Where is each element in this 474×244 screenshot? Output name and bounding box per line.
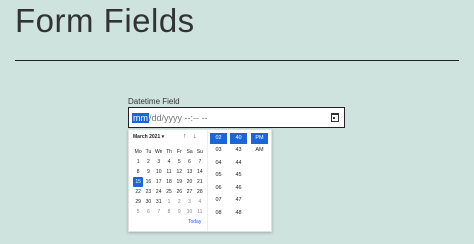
minute-option[interactable]: 45 bbox=[229, 169, 248, 182]
minute-column[interactable]: 40 43 44 45 46 47 48 bbox=[229, 130, 248, 231]
hour-option[interactable]: 05 bbox=[209, 169, 228, 182]
title-divider bbox=[15, 60, 459, 61]
period-column[interactable]: PM AM bbox=[250, 130, 269, 231]
calendar-day[interactable]: 26 bbox=[174, 187, 184, 197]
calendar-day[interactable]: 7 bbox=[195, 157, 205, 167]
minute-option[interactable]: 48 bbox=[229, 207, 248, 220]
calendar-day[interactable]: 10 bbox=[184, 207, 194, 217]
calendar-day[interactable]: 29 bbox=[133, 197, 143, 207]
calendar-day[interactable]: 15 bbox=[133, 177, 144, 187]
weekday-header: Fr bbox=[176, 149, 182, 155]
calendar-day[interactable]: 17 bbox=[154, 177, 164, 187]
calendar-day[interactable]: 8 bbox=[164, 207, 174, 217]
calendar-day[interactable]: 3 bbox=[154, 157, 164, 167]
previous-month-icon[interactable]: ↑ bbox=[183, 133, 187, 140]
calendar-day[interactable]: 21 bbox=[195, 177, 205, 187]
hour-option[interactable]: 08 bbox=[209, 207, 228, 220]
hour-selected[interactable]: 02 bbox=[210, 133, 227, 144]
minute-option[interactable]: 46 bbox=[229, 182, 248, 195]
weekday-header: Mo bbox=[134, 149, 142, 155]
month-segment[interactable]: mm bbox=[132, 112, 149, 123]
calendar-panel: March 2021 ▾ ↑ ↓ Mo Tu We Th Fr Sa Su 1 2 3 4 5 6 7 8 9… bbox=[129, 130, 205, 231]
hour-option[interactable]: 03 bbox=[209, 144, 228, 157]
calendar-day[interactable]: 24 bbox=[154, 187, 164, 197]
minute-selected[interactable]: 40 bbox=[230, 133, 247, 144]
calendar-day[interactable]: 23 bbox=[143, 187, 153, 197]
hour-option[interactable]: 06 bbox=[209, 182, 228, 195]
minute-option[interactable]: 47 bbox=[229, 194, 248, 207]
minute-option[interactable]: 43 bbox=[229, 144, 248, 157]
hour-column[interactable]: 02 03 04 05 06 07 08 bbox=[209, 130, 228, 231]
datetime-input[interactable]: mm /dd/yyyy --:-- -- bbox=[128, 107, 345, 128]
weekday-header: Th bbox=[166, 149, 172, 155]
weekday-header: Su bbox=[196, 149, 203, 155]
calendar-day[interactable]: 16 bbox=[143, 177, 153, 187]
calendar-grid: Mo Tu We Th Fr Sa Su 1 2 3 4 5 6 7 8 9 10 11 12 13 14 15 16 17 1… bbox=[133, 147, 205, 217]
period-selected[interactable]: PM bbox=[251, 133, 268, 144]
hour-option[interactable]: 04 bbox=[209, 157, 228, 170]
calendar-day[interactable]: 1 bbox=[133, 157, 143, 167]
calendar-day[interactable]: 1 bbox=[164, 197, 174, 207]
calendar-day[interactable]: 19 bbox=[174, 177, 184, 187]
weekday-header: We bbox=[154, 149, 163, 155]
date-time-placeholder[interactable]: /dd/yyyy --:-- -- bbox=[149, 113, 208, 123]
calendar-day[interactable]: 3 bbox=[184, 197, 194, 207]
page-title: Form Fields bbox=[15, 2, 195, 39]
today-button[interactable]: Today bbox=[188, 219, 201, 225]
weekday-header: Sa bbox=[186, 149, 193, 155]
calendar-day[interactable]: 6 bbox=[184, 157, 194, 167]
calendar-day[interactable]: 10 bbox=[154, 167, 164, 177]
calendar-day[interactable]: 28 bbox=[195, 187, 205, 197]
calendar-day[interactable]: 25 bbox=[164, 187, 174, 197]
calendar-day[interactable]: 12 bbox=[174, 167, 184, 177]
calendar-day[interactable]: 5 bbox=[133, 207, 143, 217]
datetime-field-label: Datetime Field bbox=[128, 97, 180, 106]
calendar-day[interactable]: 22 bbox=[133, 187, 143, 197]
calendar-day[interactable]: 4 bbox=[164, 157, 174, 167]
calendar-day[interactable]: 14 bbox=[195, 167, 205, 177]
calendar-day[interactable]: 7 bbox=[154, 207, 164, 217]
calendar-day[interactable]: 11 bbox=[164, 167, 174, 177]
calendar-day[interactable]: 5 bbox=[174, 157, 184, 167]
datetime-picker-popup: March 2021 ▾ ↑ ↓ Mo Tu We Th Fr Sa Su 1 2 3 4 5 6 7 8 9… bbox=[128, 129, 272, 232]
calendar-day[interactable]: 8 bbox=[133, 167, 143, 177]
calendar-day[interactable]: 13 bbox=[184, 167, 194, 177]
calendar-day[interactable]: 27 bbox=[184, 187, 194, 197]
calendar-day[interactable]: 18 bbox=[164, 177, 174, 187]
column-divider bbox=[207, 130, 208, 231]
month-year-selector[interactable]: March 2021 ▾ bbox=[133, 134, 164, 140]
period-option[interactable]: AM bbox=[250, 144, 269, 157]
calendar-day[interactable]: 9 bbox=[174, 207, 184, 217]
calendar-day[interactable]: 4 bbox=[195, 197, 205, 207]
calendar-day[interactable]: 9 bbox=[143, 167, 153, 177]
calendar-day[interactable]: 11 bbox=[195, 207, 205, 217]
weekday-header: Tu bbox=[145, 149, 152, 155]
calendar-day[interactable]: 6 bbox=[143, 207, 153, 217]
calendar-day[interactable]: 31 bbox=[154, 197, 164, 207]
next-month-icon[interactable]: ↓ bbox=[193, 133, 197, 140]
minute-option[interactable]: 44 bbox=[229, 157, 248, 170]
calendar-day[interactable]: 2 bbox=[143, 157, 153, 167]
calendar-day[interactable]: 30 bbox=[143, 197, 153, 207]
hour-option[interactable]: 07 bbox=[209, 194, 228, 207]
calendar-day[interactable]: 2 bbox=[174, 197, 184, 207]
calendar-icon[interactable] bbox=[331, 113, 339, 122]
calendar-day[interactable]: 20 bbox=[184, 177, 194, 187]
